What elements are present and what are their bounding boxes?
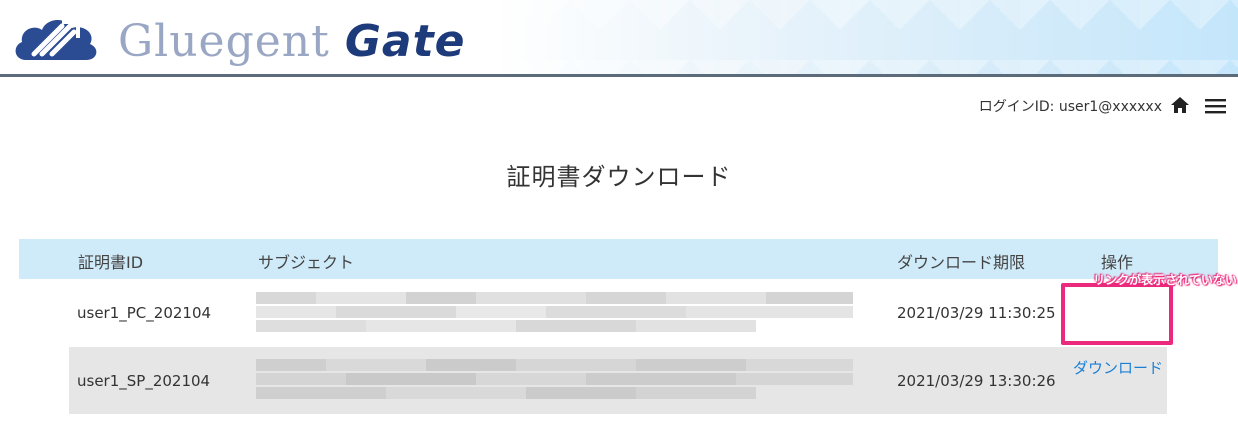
annotation-note: リンクが表示されていない: [1093, 273, 1237, 287]
table-row: user1_SP_202104 2021/03/29 13:30:26 ダウンロ…: [69, 347, 1167, 414]
header-expiry: ダウンロード期限: [897, 253, 1026, 272]
header-cert-id: 証明書ID: [78, 253, 144, 272]
page-title: 証明書ダウンロード: [506, 163, 732, 191]
download-link[interactable]: ダウンロード: [1068, 357, 1168, 379]
gluegent-cloud-logo-icon: [15, 19, 97, 60]
table-header: 証明書ID サブジェクト ダウンロード期限 操作: [19, 239, 1218, 279]
expiry-cell: 2021/03/29 11:30:25: [897, 304, 1056, 322]
brand-logo[interactable]: Gluegent Gate: [12, 8, 465, 67]
home-icon[interactable]: [1170, 96, 1190, 114]
cert-id-cell: user1_PC_202104: [77, 304, 212, 322]
expiry-cell: 2021/03/29 13:30:26: [897, 372, 1056, 390]
hamburger-menu-icon[interactable]: [1205, 98, 1226, 114]
table-row: user1_PC_202104 2021/03/29 11:30:25: [69, 279, 1167, 346]
login-id-label: ログインID: user1@xxxxxx: [978, 99, 1162, 115]
cert-id-cell: user1_SP_202104: [77, 372, 211, 390]
brand-name-part2: Gate: [344, 16, 466, 67]
header-divider: [0, 74, 1238, 77]
app-header: Gluegent Gate: [0, 0, 1238, 74]
header-subject: サブジェクト: [258, 253, 355, 272]
brand-name: Gluegent Gate: [118, 16, 466, 67]
header-action: 操作: [1101, 253, 1134, 272]
brand-name-part1: Gluegent: [118, 16, 345, 67]
annotation-highlight-box: [1061, 283, 1173, 345]
